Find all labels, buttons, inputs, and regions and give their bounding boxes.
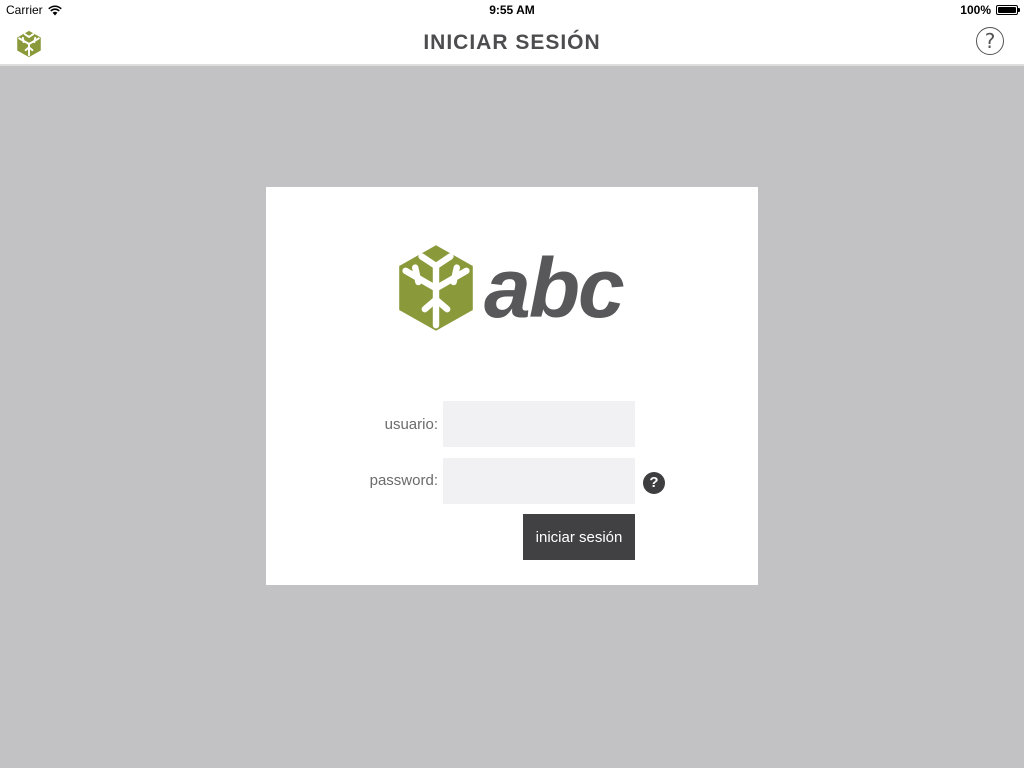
battery-icon xyxy=(996,5,1020,15)
status-bar-right: 100% xyxy=(960,3,1020,17)
login-card: abc usuario: password: ? iniciar sesión xyxy=(266,187,758,585)
brand-logo: abc xyxy=(396,242,636,334)
username-label: usuario: xyxy=(384,416,438,433)
password-label: password: xyxy=(369,472,438,489)
battery-level-fill xyxy=(998,7,1016,13)
navigation-bar: INICIAR SESIÓN ? xyxy=(0,20,1024,66)
login-button[interactable]: iniciar sesión xyxy=(523,514,635,560)
status-bar-time: 9:55 AM xyxy=(489,3,535,17)
brand-name: abc xyxy=(484,241,625,335)
abc-hexagon-logo-icon xyxy=(399,245,473,331)
password-input[interactable] xyxy=(443,458,635,504)
battery-percentage: 100% xyxy=(960,3,991,17)
password-help-icon[interactable]: ? xyxy=(643,472,665,494)
status-bar: Carrier 9:55 AM 100% xyxy=(0,0,1024,20)
username-input[interactable] xyxy=(443,401,635,447)
page-title: INICIAR SESIÓN xyxy=(423,31,601,54)
help-circle-icon[interactable]: ? xyxy=(976,27,1004,55)
